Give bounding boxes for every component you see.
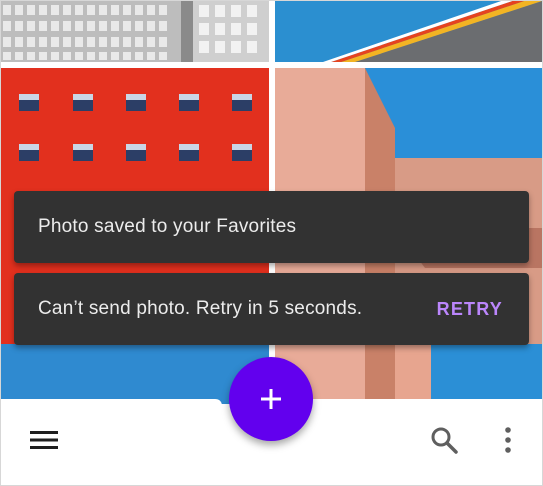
more-vert-icon[interactable] <box>484 416 532 464</box>
snackbar-message: Can’t send photo. Retry in 5 seconds. <box>38 298 363 319</box>
snackbar-saved: Photo saved to your Favorites <box>14 191 529 263</box>
snackbar-message: Photo saved to your Favorites <box>38 216 297 237</box>
photo-sky-right <box>431 344 542 404</box>
add-fab-button[interactable] <box>229 357 313 441</box>
photo-striped-roof[interactable] <box>275 1 542 62</box>
retry-button[interactable]: RETRY <box>437 299 503 320</box>
photo-building-facade[interactable] <box>1 1 269 62</box>
snackbar-retry: Can’t send photo. Retry in 5 seconds. RE… <box>14 273 529 345</box>
search-icon[interactable] <box>420 416 468 464</box>
add-icon <box>261 389 281 409</box>
app-screen: Photo saved to your Favorites Can’t send… <box>0 0 543 486</box>
menu-icon[interactable] <box>20 416 68 464</box>
